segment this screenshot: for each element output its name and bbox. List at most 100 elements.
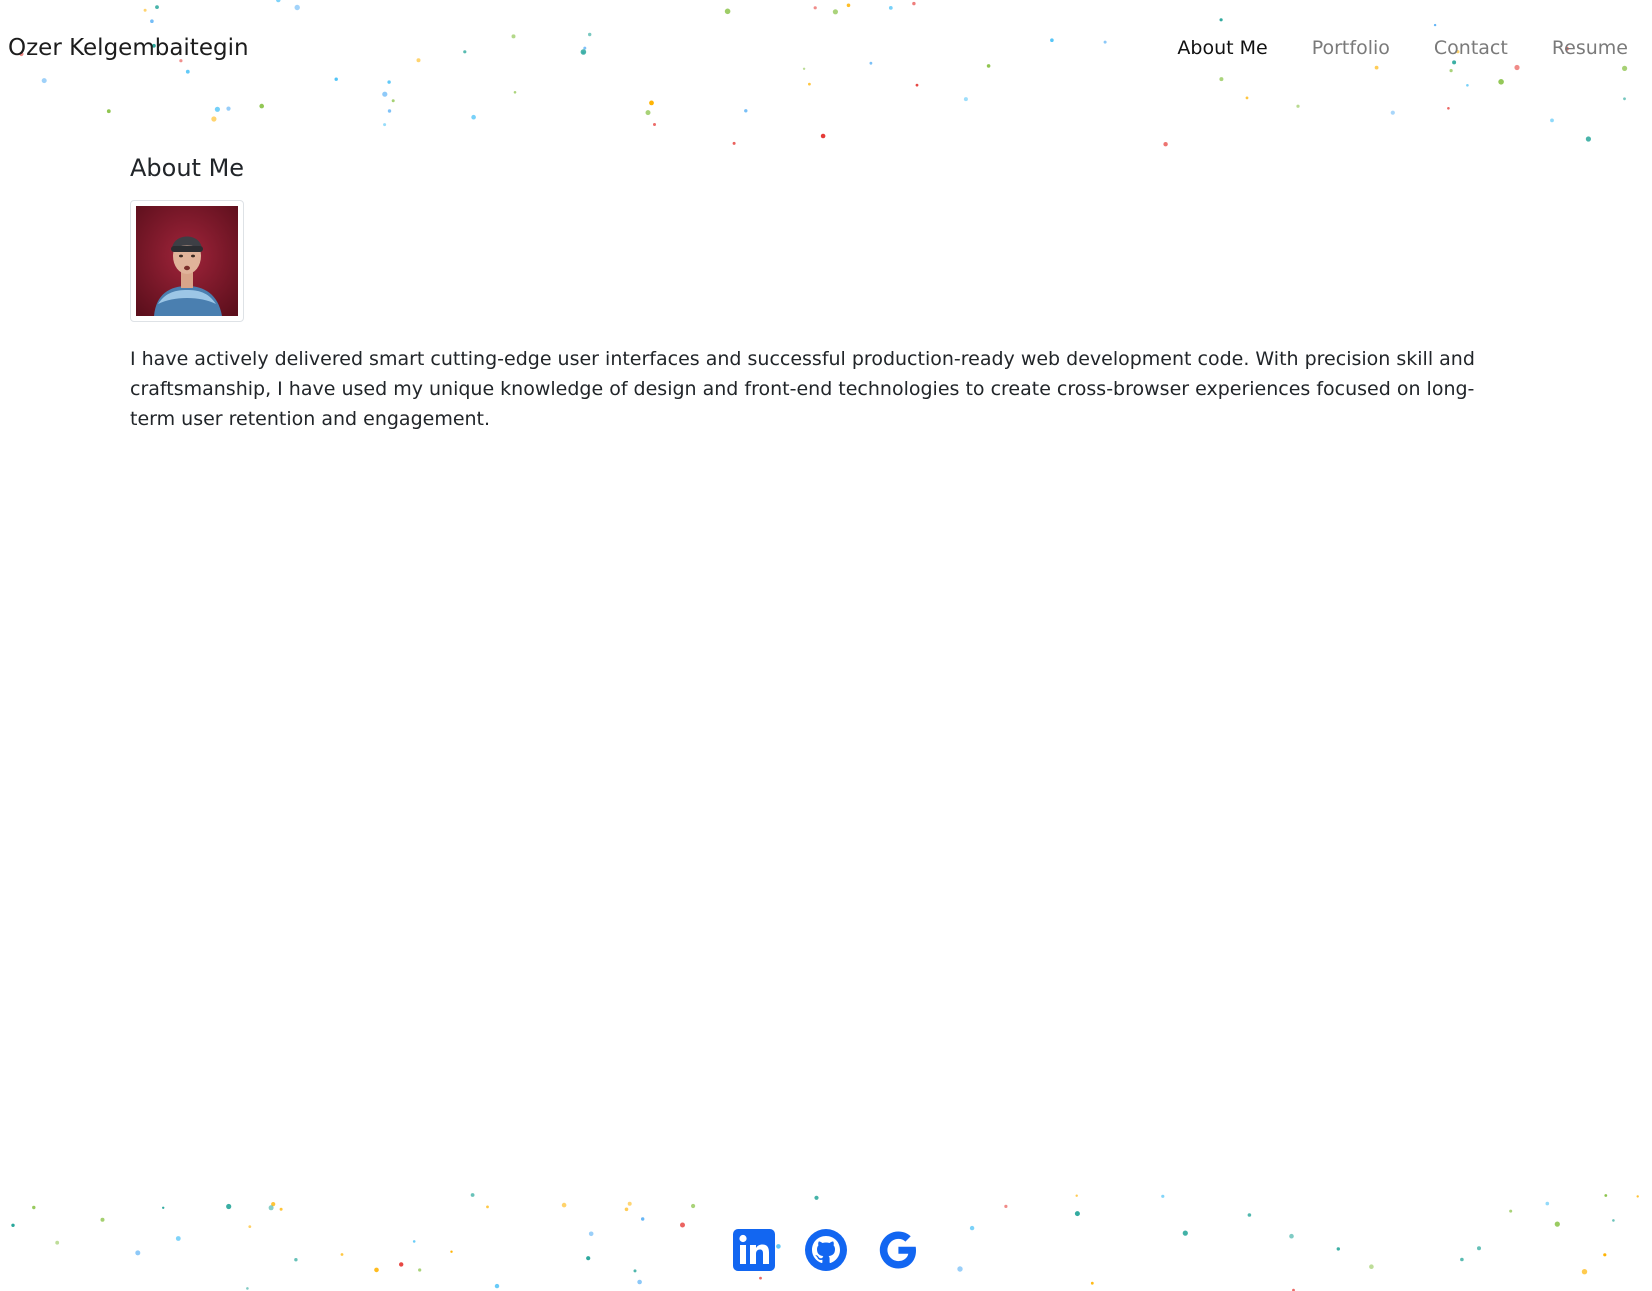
confetti-dot (470, 1193, 475, 1197)
confetti-dot (1449, 69, 1453, 73)
confetti-dot (387, 109, 392, 113)
confetti-dot (1219, 77, 1224, 82)
confetti-dot (1622, 65, 1628, 71)
confetti-dot (846, 3, 851, 8)
confetti-dot (246, 1287, 249, 1290)
confetti-dot (1090, 1281, 1094, 1285)
confetti-dot (832, 9, 839, 15)
nav-resume[interactable]: Resume (1530, 30, 1636, 66)
confetti-dot (211, 116, 217, 122)
confetti-dot (162, 1206, 165, 1210)
confetti-dot (1219, 18, 1223, 22)
confetti-dot (383, 123, 387, 127)
confetti-dot (1050, 38, 1054, 42)
confetti-dot (680, 1222, 685, 1228)
about-section: About Me I have actively delivered smart… (130, 150, 1530, 434)
confetti-dot (637, 1279, 642, 1285)
confetti-dot (724, 8, 731, 15)
confetti-dot (1554, 1221, 1560, 1227)
confetti-dot (463, 50, 467, 54)
confetti-dot (732, 141, 736, 145)
confetti-dot (41, 78, 47, 84)
confetti-dot (1550, 118, 1554, 123)
confetti-dot (1074, 1211, 1080, 1217)
main-nav: About Me Portfolio Contact Resume (1155, 30, 1636, 66)
google-icon (879, 1231, 916, 1269)
confetti-dot (294, 4, 300, 11)
nav-portfolio[interactable]: Portfolio (1290, 30, 1412, 66)
confetti-dot (1163, 142, 1168, 147)
confetti-dot (1585, 136, 1591, 142)
brand-link[interactable]: Ozer Kelgembaitegin (8, 30, 249, 66)
confetti-dot (813, 6, 817, 10)
confetti-dot (641, 1217, 645, 1221)
confetti-dot (649, 100, 654, 106)
confetti-dot (912, 1, 916, 6)
confetti-dot (986, 64, 991, 68)
linkedin-link[interactable] (732, 1228, 776, 1272)
confetti-dot (759, 1276, 762, 1280)
confetti-dot (814, 1195, 819, 1200)
confetti-dot (869, 61, 873, 65)
confetti-dot (691, 1203, 696, 1209)
confetti-dot (271, 1202, 276, 1207)
confetti-dot (1636, 1195, 1639, 1198)
nav-about-me[interactable]: About Me (1155, 30, 1289, 66)
confetti-dot (888, 6, 893, 10)
confetti-dot (391, 99, 395, 103)
confetti-dot (1161, 1194, 1165, 1198)
confetti-dot (1604, 1194, 1608, 1197)
confetti-dot (1075, 1194, 1078, 1197)
confetti-dot (1004, 1204, 1008, 1208)
avatar-frame (130, 200, 244, 322)
confetti-dot (820, 133, 826, 139)
confetti-dot (561, 1202, 567, 1208)
confetti-dot (1296, 104, 1300, 108)
confetti-dot (214, 106, 220, 112)
confetti-dot (1545, 1201, 1550, 1206)
confetti-dot (1247, 1213, 1252, 1217)
confetti-dot (1103, 40, 1107, 44)
confetti-dot (268, 1205, 274, 1211)
confetti-dot (382, 91, 388, 97)
confetti-dot (744, 109, 748, 113)
confetti-dot (471, 114, 476, 120)
confetti-dot (494, 1283, 500, 1289)
confetti-dot (185, 69, 190, 74)
confetti-dot (276, 0, 281, 3)
confetti-dot (1245, 96, 1249, 100)
confetti-dot (653, 123, 656, 126)
confetti-dot (1509, 1209, 1513, 1213)
confetti-dot (580, 49, 587, 55)
confetti-dot (279, 1207, 283, 1211)
confetti-dot (583, 46, 587, 50)
confetti-dot (582, 51, 585, 54)
confetti-dot (32, 1205, 36, 1210)
confetti-dot (226, 106, 231, 111)
confetti-dot (416, 58, 421, 63)
google-link[interactable] (876, 1228, 920, 1272)
confetti-dot (963, 97, 968, 102)
confetti-dot (486, 1205, 489, 1209)
confetti-dot (645, 110, 651, 116)
github-link[interactable] (804, 1228, 848, 1272)
confetti-dot (150, 19, 154, 24)
confetti-dot (802, 67, 806, 71)
confetti-dot (627, 1201, 632, 1206)
nav-contact[interactable]: Contact (1412, 30, 1530, 66)
linkedin-icon (733, 1229, 775, 1271)
footer (0, 1228, 1652, 1272)
confetti-dot (1466, 84, 1469, 87)
confetti-dot (1612, 1219, 1615, 1222)
confetti-dot (1447, 107, 1450, 110)
confetti-dot (100, 1217, 105, 1222)
confetti-dot (1374, 65, 1379, 70)
page-title: About Me (130, 154, 245, 182)
confetti-dot (1433, 23, 1437, 27)
confetti-dot (808, 82, 811, 86)
confetti-dot (143, 8, 147, 12)
confetti-dot (624, 1207, 629, 1212)
confetti-dot (511, 34, 516, 39)
avatar (136, 206, 238, 316)
confetti-dot (259, 103, 265, 109)
